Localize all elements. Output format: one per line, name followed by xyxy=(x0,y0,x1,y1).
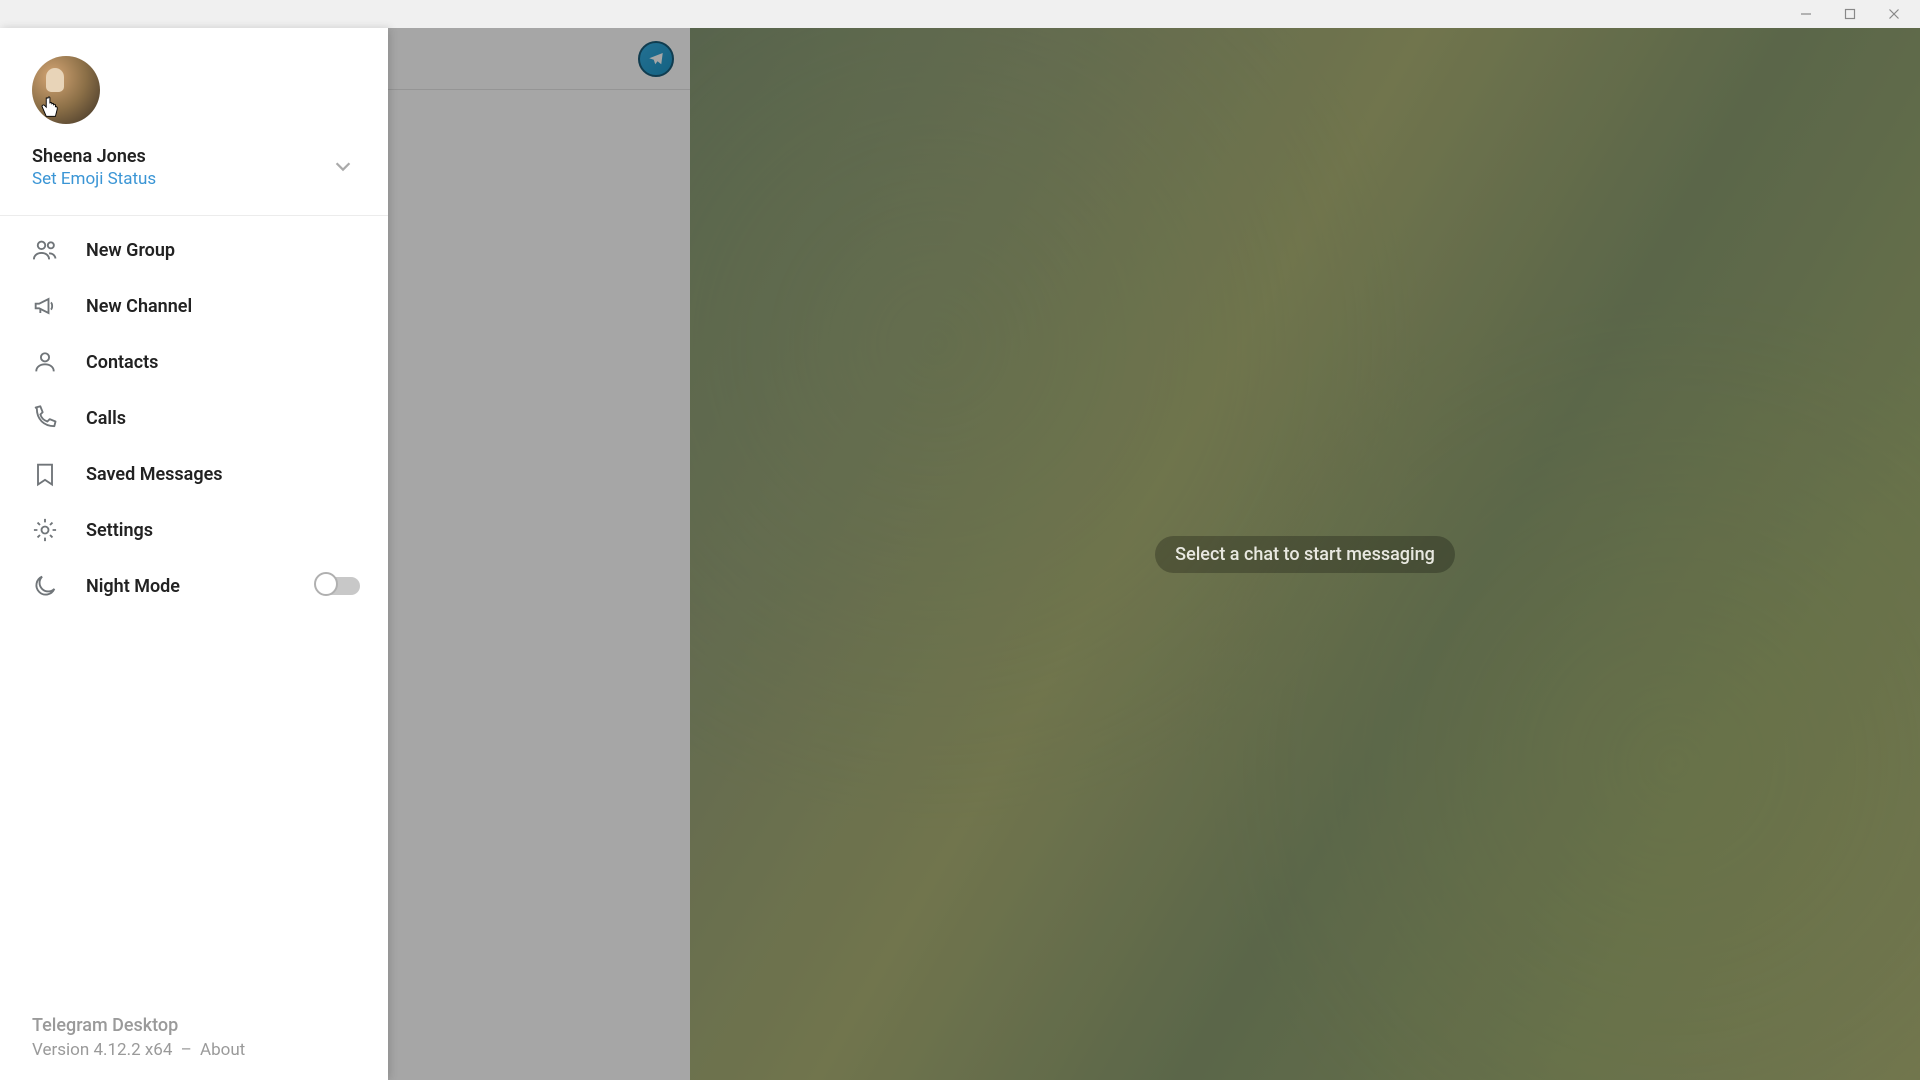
menu-label: Calls xyxy=(86,408,360,429)
main-menu-drawer: Sheena Jones Set Emoji Status New Group xyxy=(0,28,388,1080)
window-titlebar xyxy=(0,0,1920,28)
set-emoji-status-link[interactable]: Set Emoji Status xyxy=(32,169,156,189)
main-chat-area: Select a chat to start messaging xyxy=(690,28,1920,1080)
menu-label: New Channel xyxy=(86,296,360,317)
app-name: Telegram Desktop xyxy=(32,1015,356,1036)
night-mode-toggle[interactable] xyxy=(316,577,360,595)
toggle-knob xyxy=(314,572,338,596)
menu-new-group[interactable]: New Group xyxy=(0,222,388,278)
close-button[interactable] xyxy=(1872,0,1916,28)
bookmark-icon xyxy=(30,459,60,489)
menu-calls[interactable]: Calls xyxy=(0,390,388,446)
drawer-footer: Telegram Desktop Version 4.12.2 x64 – Ab… xyxy=(0,1015,388,1080)
menu-label: Saved Messages xyxy=(86,464,360,485)
menu-label: Night Mode xyxy=(86,576,316,597)
gear-icon xyxy=(30,515,60,545)
menu-night-mode[interactable]: Night Mode xyxy=(0,558,388,614)
minimize-button[interactable] xyxy=(1784,0,1828,28)
menu-label: New Group xyxy=(86,240,360,261)
menu-label: Contacts xyxy=(86,352,360,373)
group-icon xyxy=(30,235,60,265)
select-chat-placeholder: Select a chat to start messaging xyxy=(1155,536,1455,573)
account-chevron[interactable] xyxy=(326,149,360,187)
user-name: Sheena Jones xyxy=(32,146,156,167)
user-icon xyxy=(30,347,60,377)
menu-list: New Group New Channel Contacts Calls xyxy=(0,216,388,1015)
about-link[interactable]: About xyxy=(200,1040,245,1060)
menu-new-channel[interactable]: New Channel xyxy=(0,278,388,334)
menu-label: Settings xyxy=(86,520,360,541)
version-line: Version 4.12.2 x64 – About xyxy=(32,1040,356,1060)
maximize-button[interactable] xyxy=(1828,0,1872,28)
phone-icon xyxy=(30,403,60,433)
moon-icon xyxy=(30,571,60,601)
menu-settings[interactable]: Settings xyxy=(0,502,388,558)
megaphone-icon xyxy=(30,291,60,321)
version-text: Version 4.12.2 x64 xyxy=(32,1040,172,1060)
menu-contacts[interactable]: Contacts xyxy=(0,334,388,390)
user-avatar[interactable] xyxy=(32,56,100,124)
menu-saved-messages[interactable]: Saved Messages xyxy=(0,446,388,502)
drawer-header: Sheena Jones Set Emoji Status xyxy=(0,28,388,201)
